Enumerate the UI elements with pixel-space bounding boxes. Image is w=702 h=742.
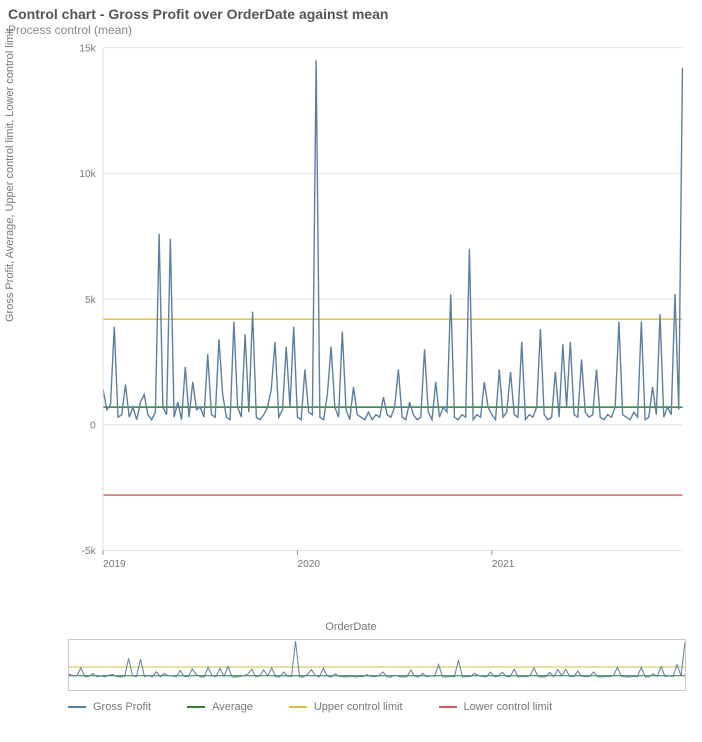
legend-gross-profit: Gross Profit	[68, 701, 151, 713]
legend-label: Gross Profit	[93, 701, 151, 713]
legend-label: Upper control limit	[314, 701, 403, 713]
svg-text:2019: 2019	[103, 559, 126, 570]
line-swatch	[68, 706, 86, 708]
svg-text:2020: 2020	[297, 559, 320, 570]
legend-average: Average	[187, 701, 253, 713]
overview-chart[interactable]	[68, 639, 686, 691]
svg-text:10k: 10k	[79, 169, 96, 180]
chart-canvas: -5k 0 5k 10k 15k 2019 2020 2021	[68, 43, 688, 583]
svg-text:5k: 5k	[85, 295, 97, 306]
main-chart[interactable]: Gross Profit, Average, Upper control lim…	[8, 43, 694, 613]
svg-text:-5k: -5k	[82, 546, 97, 557]
svg-text:15k: 15k	[79, 43, 96, 54]
legend-label: Lower control limit	[464, 701, 553, 713]
legend-ucl: Upper control limit	[289, 701, 403, 713]
x-axis-label: OrderDate	[8, 621, 694, 633]
chart-title: Control chart - Gross Profit over OrderD…	[8, 6, 694, 22]
line-swatch	[289, 706, 307, 708]
legend-label: Average	[212, 701, 253, 713]
line-swatch	[187, 706, 205, 708]
y-axis-label: Gross Profit, Average, Upper control lim…	[4, 28, 16, 322]
svg-text:0: 0	[90, 420, 96, 431]
legend-lcl: Lower control limit	[439, 701, 553, 713]
svg-text:2021: 2021	[492, 559, 515, 570]
chart-subtitle: Process control (mean)	[8, 23, 694, 37]
legend: Gross Profit Average Upper control limit…	[68, 701, 686, 713]
line-swatch	[439, 706, 457, 708]
